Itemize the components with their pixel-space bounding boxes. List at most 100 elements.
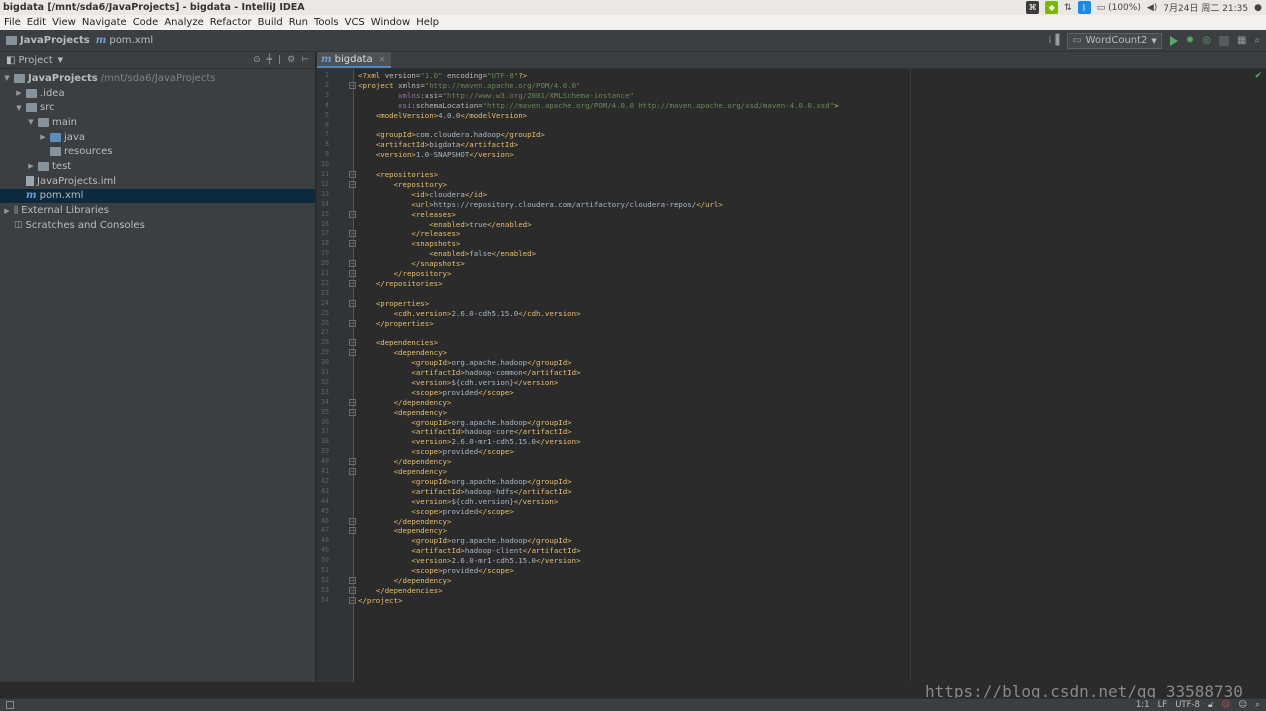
fold-toggle-icon[interactable]: − [349,586,356,594]
fold-toggle-icon[interactable]: − [349,171,356,178]
inspection-ok-icon[interactable]: ✔ [1254,71,1262,81]
collapsed-arrow-icon[interactable]: ▶ [15,89,23,97]
code-line[interactable]: 31 <artifactId>hadoop-common</artifactId… [321,368,1266,378]
fold-toggle-icon[interactable]: − [349,339,356,347]
code-line[interactable]: 30 <groupId>org.apache.hadoop</groupId> [321,358,1266,368]
project-structure-icon[interactable]: ▦ [1237,35,1246,46]
collapse-icon[interactable]: ╪ [267,55,272,65]
collapsed-arrow-icon[interactable]: ▶ [39,133,47,141]
tree-item-javaprojects[interactable]: ▼ JavaProjects /mnt/sda6/JavaProjects [0,71,315,86]
clock[interactable]: 7月24日 周二 21:35 [1163,1,1248,14]
code-line[interactable]: 24 − <properties> [321,299,1266,309]
run-configuration-select[interactable]: ▭ WordCount2 ▼ [1067,32,1162,49]
code-line[interactable]: 22 − </repositories> [321,279,1266,289]
code-line[interactable]: 34 − </dependency> [321,398,1266,408]
debug-icon[interactable]: ✹ [1186,35,1194,46]
menu-edit[interactable]: Edit [24,17,49,28]
tool-windows-icon[interactable] [6,701,14,709]
code-line[interactable]: 53 − </dependencies> [321,586,1266,596]
code-line[interactable]: 6 [325,121,1266,131]
menu-view[interactable]: View [49,17,79,28]
code-line[interactable]: 9 <version>1.0-SNAPSHOT</version> [325,150,1266,160]
network-icon[interactable]: ⇅ [1064,3,1072,13]
code-line[interactable]: 3 xmlns:xsi="http://www.w3.org/2001/XMLS… [325,91,1266,101]
fold-toggle-icon[interactable]: − [349,279,356,287]
line-separator[interactable]: LF [1158,700,1168,710]
code-line[interactable]: 19 <enabled>false</enabled> [321,249,1266,259]
tree-item-pom-xml[interactable]: m pom.xml [0,188,315,204]
fold-toggle-icon[interactable]: − [349,319,356,327]
nvidia-icon[interactable]: ◆ [1045,1,1059,14]
code-line[interactable]: 28 − <dependencies> [321,338,1266,348]
fold-toggle-icon[interactable]: − [349,458,356,466]
tree-item-external-libraries[interactable]: ▶ ⫼ External Libraries [0,203,315,218]
fold-toggle-icon[interactable]: − [349,230,356,238]
fold-toggle-icon[interactable]: − [349,596,356,604]
fold-toggle-icon[interactable]: − [349,576,356,584]
code-line[interactable]: 20 − </snapshots> [321,259,1266,269]
editor-tab-bigdata[interactable]: m bigdata ✕ [317,52,392,68]
fold-toggle-icon[interactable]: − [349,527,356,535]
tree-item-src[interactable]: ▼ src [0,100,315,115]
code-line[interactable]: 14 <url>https://repository.cloudera.com/… [321,200,1266,210]
locate-icon[interactable]: ⊙ [253,55,261,65]
code-line[interactable]: 46 − </dependency> [321,517,1266,527]
caret-position[interactable]: 1:1 [1136,700,1150,710]
code-line[interactable]: 43 <artifactId>hadoop-hdfs</artifactId> [321,487,1266,497]
run-icon[interactable] [1169,35,1178,46]
hector-icon[interactable]: ☺ [1221,700,1230,710]
expanded-arrow-icon[interactable]: ▼ [15,104,23,112]
search-icon[interactable]: ⌕ [1255,700,1260,710]
chevron-down-icon[interactable]: ▼ [58,56,63,64]
code-line[interactable]: 40 − </dependency> [321,457,1266,467]
menu-code[interactable]: Code [130,17,162,28]
code-line[interactable]: 1 <?xml version="1.0" encoding="UTF-8"?> [325,71,1266,81]
code-editor[interactable]: 1 <?xml version="1.0" encoding="UTF-8"?> 2… [317,69,1266,682]
code-line[interactable]: 39 <scope>provided</scope> [321,447,1266,457]
tree-item-resources[interactable]: resources [0,144,315,159]
code-line[interactable]: 44 <version>${cdh.version}</version> [321,497,1266,507]
code-line[interactable]: 54 − </project> [321,596,1266,606]
code-line[interactable]: 50 <version>2.6.0-mr1-cdh5.15.0</version… [321,556,1266,566]
battery-indicator[interactable]: ▭ (100%) [1097,3,1141,13]
menu-refactor[interactable]: Refactor [207,17,255,28]
code-line[interactable]: 2 − <project xmlns="http://maven.apache.or… [325,81,1266,91]
build-hammer-icon[interactable]: ⁞▐ [1048,35,1059,46]
lock-icon[interactable]: 🔓︎ [1208,700,1214,710]
fold-toggle-icon[interactable]: − [349,468,356,475]
collapsed-arrow-icon[interactable]: ▶ [27,162,35,170]
fold-toggle-icon[interactable]: − [349,408,356,416]
tree-item-java[interactable]: ▶ java [0,130,315,145]
menu-tools[interactable]: Tools [311,17,342,28]
bluetooth-icon[interactable]: ᛒ [1077,1,1091,14]
expanded-arrow-icon[interactable]: ▼ [3,74,11,82]
code-line[interactable]: 18 − <snapshots> [321,239,1266,249]
hide-icon[interactable]: ⊢ [301,55,309,65]
menu-navigate[interactable]: Navigate [79,17,130,28]
code-line[interactable]: 52 − </dependency> [321,576,1266,586]
fold-toggle-icon[interactable]: − [349,270,356,277]
menu-help[interactable]: Help [413,17,442,28]
code-line[interactable]: 10 [321,160,1266,170]
code-line[interactable]: 41 − <dependency> [321,467,1266,477]
command-icon[interactable]: ⌘ [1026,1,1040,14]
stop-icon[interactable] [1218,35,1229,46]
code-line[interactable]: 21 − </repository> [321,269,1266,279]
code-line[interactable]: 11 − <repositories> [321,170,1266,180]
code-line[interactable]: 37 <artifactId>hadoop-core</artifactId> [321,427,1266,437]
code-line[interactable]: 4 xsi:schemaLocation="http://maven.apach… [325,101,1266,111]
code-line[interactable]: 49 <artifactId>hadoop-client</artifactId… [321,546,1266,556]
menu-analyze[interactable]: Analyze [161,17,206,28]
fold-toggle-icon[interactable]: − [349,299,356,307]
tree-item-scratches-and-consoles[interactable]: ◫ Scratches and Consoles [0,218,315,233]
code-line[interactable]: 7 <groupId>com.cloudera.hadoop</groupId> [325,130,1266,140]
code-line[interactable]: 38 <version>2.6.0-mr1-cdh5.15.0</version… [321,437,1266,447]
fold-toggle-icon[interactable]: − [349,210,356,218]
volume-icon[interactable]: ◀) [1147,3,1157,13]
apple-icon[interactable]: ● [1254,3,1262,13]
code-line[interactable]: 27 [321,328,1266,338]
fold-toggle-icon[interactable]: − [349,240,356,248]
code-line[interactable]: 8 <artifactId>bigdata</artifactId> [325,140,1266,150]
close-icon[interactable]: ✕ [376,55,386,64]
tree-item-main[interactable]: ▼ main [0,115,315,130]
